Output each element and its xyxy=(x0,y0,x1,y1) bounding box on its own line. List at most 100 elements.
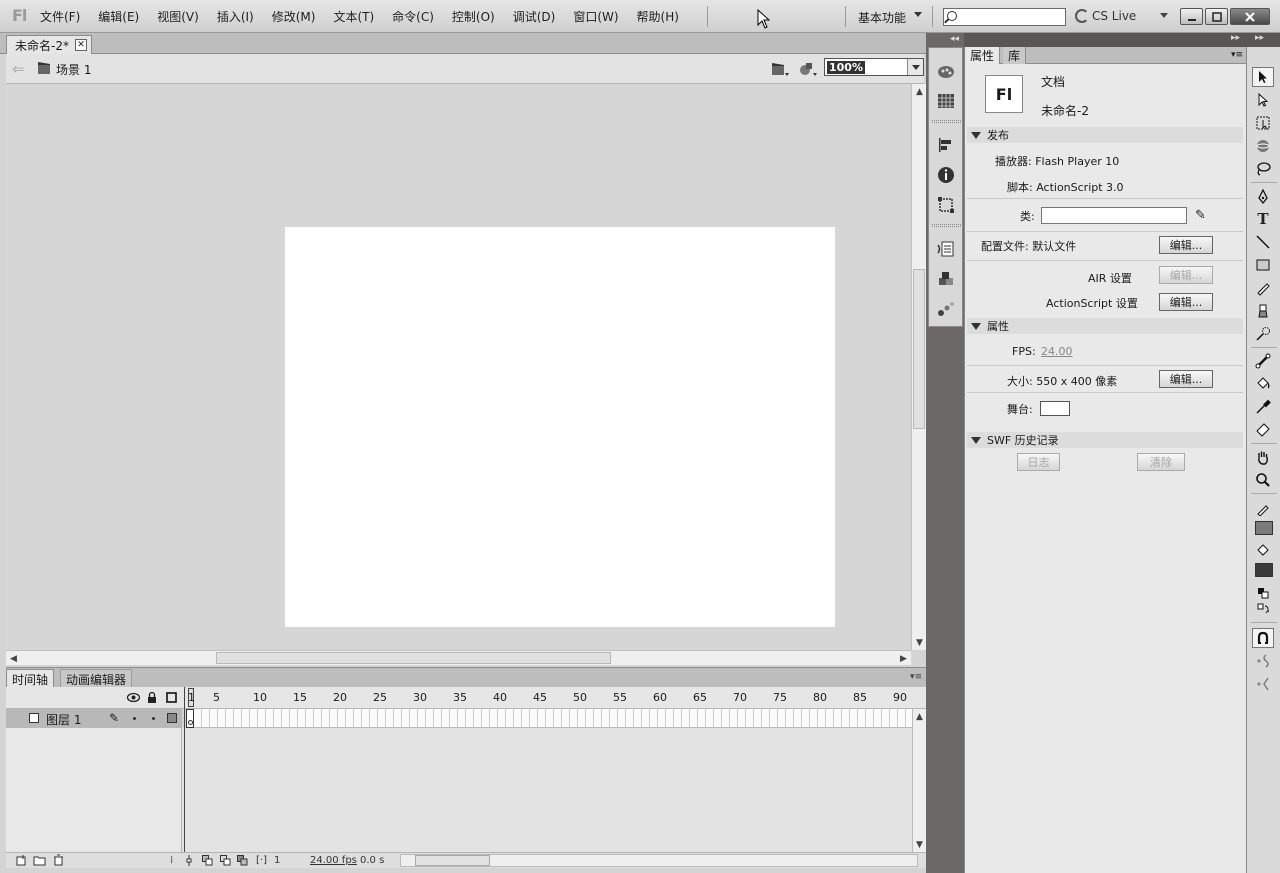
deco-tool-icon[interactable] xyxy=(1252,324,1274,344)
log-button[interactable]: 日志 xyxy=(1017,453,1060,471)
fill-color-swatch[interactable] xyxy=(1255,563,1273,577)
publish-section-header[interactable]: 发布 xyxy=(967,127,1243,143)
swatches-panel-icon[interactable] xyxy=(937,92,955,110)
onion-outline-icon[interactable] xyxy=(220,855,231,866)
lasso-tool-icon[interactable] xyxy=(1252,159,1274,179)
scrollbar-thumb[interactable] xyxy=(913,269,925,429)
bone-tool-icon[interactable] xyxy=(1252,351,1274,371)
panel-menu-icon[interactable]: ▾≡ xyxy=(910,672,922,682)
frame-strip[interactable] xyxy=(186,709,912,728)
tab-motion-editor[interactable]: 动画编辑器 xyxy=(60,669,133,688)
swap-colors-icon[interactable] xyxy=(1252,599,1274,619)
free-transform-tool-icon[interactable] xyxy=(1252,113,1274,133)
scrollbar-thumb[interactable] xyxy=(216,652,611,664)
delete-layer-icon[interactable] xyxy=(53,854,64,866)
stage-vertical-scrollbar[interactable]: ▲ ▼ xyxy=(911,84,926,650)
onion-markers-icon[interactable]: [·] xyxy=(256,855,267,866)
current-frame[interactable]: 1 xyxy=(274,855,280,866)
edit-actionscript-button[interactable]: 编辑... xyxy=(1159,293,1213,311)
scroll-up-icon[interactable]: ▲ xyxy=(913,709,926,724)
stage[interactable] xyxy=(285,227,835,627)
transform-panel-icon[interactable] xyxy=(937,196,955,214)
zoom-select[interactable]: 100% xyxy=(824,58,924,76)
onion-skin-icon[interactable] xyxy=(202,855,213,866)
keyframe-1[interactable] xyxy=(186,709,194,728)
scrollbar-thumb[interactable] xyxy=(415,855,490,866)
edit-size-button[interactable]: 编辑... xyxy=(1159,370,1213,388)
menu-commands[interactable]: 命令(C) xyxy=(392,8,434,25)
smooth-icon[interactable] xyxy=(1252,651,1274,671)
edit-symbol-icon[interactable] xyxy=(798,60,818,78)
visibility-dot[interactable] xyxy=(133,717,136,720)
chevron-down-icon[interactable] xyxy=(914,12,922,17)
timeline-vertical-scrollbar[interactable]: ▲ ▼ xyxy=(912,709,926,852)
layer-name-cell[interactable]: 图层 1 ✎ xyxy=(6,709,182,728)
pasteboard[interactable] xyxy=(6,84,911,650)
timeline-ruler[interactable]: 1 5 10 15 20 25 30 35 40 45 50 55 60 65 … xyxy=(186,687,912,709)
pen-tool-icon[interactable] xyxy=(1252,187,1274,207)
snap-to-objects-icon[interactable] xyxy=(1252,628,1274,648)
expand-icon[interactable]: ▸▸ xyxy=(1231,33,1240,43)
swf-history-section-header[interactable]: SWF 历史记录 xyxy=(967,432,1243,448)
actions-panel-icon[interactable] xyxy=(937,240,955,258)
color-panel-icon[interactable] xyxy=(937,62,955,80)
new-folder-icon[interactable] xyxy=(33,855,46,866)
menu-view[interactable]: 视图(V) xyxy=(157,8,199,25)
eyedropper-tool-icon[interactable] xyxy=(1252,397,1274,417)
pencil-icon[interactable]: ✎ xyxy=(1195,208,1206,223)
expand-icon[interactable]: ▸▸ xyxy=(1255,33,1264,43)
tab-timeline[interactable]: 时间轴 xyxy=(6,669,55,688)
menu-insert[interactable]: 插入(I) xyxy=(217,8,254,25)
timeline-horizontal-scrollbar[interactable] xyxy=(400,854,918,867)
layer-name[interactable]: 图层 1 xyxy=(46,711,81,728)
rectangle-tool-icon[interactable] xyxy=(1252,255,1274,275)
minimize-button[interactable] xyxy=(1180,8,1203,25)
chevron-down-icon[interactable] xyxy=(1160,13,1168,18)
edit-multiple-frames-icon[interactable] xyxy=(237,855,248,866)
stage-horizontal-scrollbar[interactable]: ◀ ▶ xyxy=(6,650,911,665)
document-tab[interactable]: 未命名-2* ✕ xyxy=(6,35,92,54)
motion-presets-icon[interactable] xyxy=(937,300,955,318)
center-frame-icon[interactable] xyxy=(185,855,193,866)
tab-properties[interactable]: 属性 xyxy=(965,47,1001,64)
maximize-button[interactable] xyxy=(1205,8,1228,25)
pencil-tool-icon[interactable] xyxy=(1252,278,1274,298)
edit-profile-button[interactable]: 编辑... xyxy=(1159,236,1213,254)
fps-value[interactable]: 24.00 xyxy=(1041,345,1073,358)
close-button[interactable] xyxy=(1230,8,1270,25)
chevron-down-icon[interactable] xyxy=(907,59,923,75)
scene-label[interactable]: 场景 1 xyxy=(56,61,91,78)
lock-dot[interactable] xyxy=(152,717,155,720)
menu-help[interactable]: 帮助(H) xyxy=(637,8,679,25)
class-input[interactable] xyxy=(1041,207,1187,224)
back-arrow-icon[interactable]: ⇐ xyxy=(12,60,25,78)
stroke-color-swatch[interactable] xyxy=(1255,521,1273,535)
hand-tool-icon[interactable] xyxy=(1252,447,1274,467)
eraser-tool-icon[interactable] xyxy=(1252,420,1274,440)
zoom-tool-icon[interactable] xyxy=(1252,470,1274,490)
scroll-down-icon[interactable]: ▼ xyxy=(912,635,927,650)
frame-rate[interactable]: 24.00 fps xyxy=(310,855,357,866)
align-panel-icon[interactable] xyxy=(937,136,955,154)
menu-text[interactable]: 文本(T) xyxy=(333,8,374,25)
paint-bucket-tool-icon[interactable] xyxy=(1252,374,1274,394)
eye-icon[interactable] xyxy=(127,692,140,703)
search-input[interactable] xyxy=(943,8,1066,26)
fill-color-bucket-icon[interactable] xyxy=(1252,541,1274,561)
menu-modify[interactable]: 修改(M) xyxy=(272,8,316,25)
text-tool-icon[interactable]: T xyxy=(1252,209,1274,229)
line-tool-icon[interactable] xyxy=(1252,232,1274,252)
scroll-up-icon[interactable]: ▲ xyxy=(912,84,927,99)
stroke-color-pencil-icon[interactable] xyxy=(1252,499,1274,519)
new-layer-icon[interactable] xyxy=(16,855,27,866)
scroll-right-icon[interactable]: ▶ xyxy=(896,651,911,666)
lock-icon[interactable] xyxy=(147,692,157,703)
info-panel-icon[interactable] xyxy=(937,166,955,184)
selection-tool-icon[interactable] xyxy=(1252,67,1274,87)
menu-window[interactable]: 窗口(W) xyxy=(573,8,618,25)
scroll-down-icon[interactable]: ▼ xyxy=(913,837,926,852)
scroll-left-icon[interactable]: ◀ xyxy=(6,651,21,666)
close-icon[interactable]: ✕ xyxy=(74,39,87,51)
menu-edit[interactable]: 编辑(E) xyxy=(98,8,139,25)
cs-live-button[interactable]: CS Live xyxy=(1075,9,1136,23)
